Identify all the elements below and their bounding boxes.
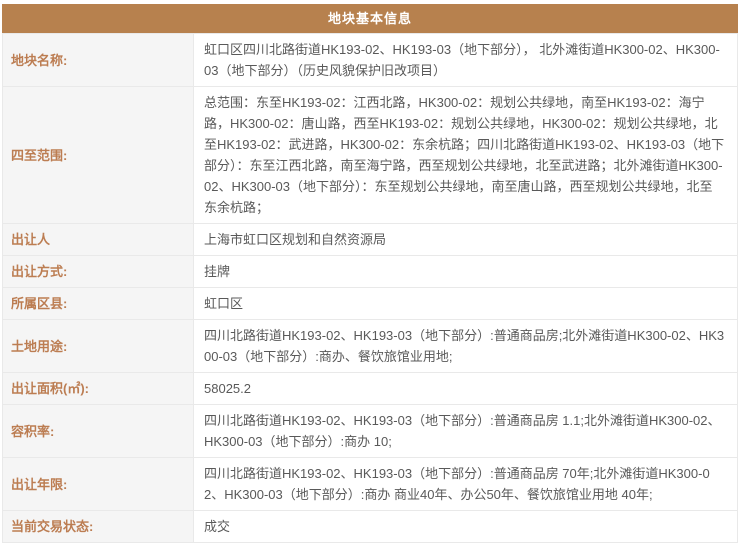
row-label: 出让年限: [3,458,194,511]
row-value: 四川北路街道HK193-02、HK193-03（地下部分）:普通商品房 1.1;… [194,405,738,458]
table-row-grant-term: 出让年限: 四川北路街道HK193-02、HK193-03（地下部分）:普通商品… [3,458,738,511]
table-row-area: 出让面积(㎡): 58025.2 [3,373,738,405]
row-value: 虹口区四川北路街道HK193-02、HK193-03（地下部分）， 北外滩街道H… [194,34,738,87]
table-row-plot-ratio: 容积率: 四川北路街道HK193-02、HK193-03（地下部分）:普通商品房… [3,405,738,458]
row-value: 挂牌 [194,256,738,288]
row-label: 所属区县: [3,288,194,320]
table-row-boundaries: 四至范围: 总范围：东至HK193-02：江西北路，HK300-02：规划公共绿… [3,87,738,224]
table-row-parcel-name: 地块名称: 虹口区四川北路街道HK193-02、HK193-03（地下部分）， … [3,34,738,87]
row-label: 容积率: [3,405,194,458]
table-row-transaction-status: 当前交易状态: 成交 [3,511,738,543]
row-value: 成交 [194,511,738,543]
row-label: 当前交易状态: [3,511,194,543]
table-row-land-use: 土地用途: 四川北路街道HK193-02、HK193-03（地下部分）:普通商品… [3,320,738,373]
row-value: 58025.2 [194,373,738,405]
row-value: 四川北路街道HK193-02、HK193-03（地下部分）:普通商品房;北外滩街… [194,320,738,373]
row-value: 上海市虹口区规划和自然资源局 [194,224,738,256]
land-info-panel: 地块基本信息 地块名称: 虹口区四川北路街道HK193-02、HK193-03（… [2,4,738,543]
row-value: 总范围：东至HK193-02：江西北路，HK300-02：规划公共绿地，南至HK… [194,87,738,224]
info-table: 地块名称: 虹口区四川北路街道HK193-02、HK193-03（地下部分）， … [2,33,738,543]
row-value: 虹口区 [194,288,738,320]
row-label: 土地用途: [3,320,194,373]
row-label: 出让方式: [3,256,194,288]
row-label: 出让人 [3,224,194,256]
row-label: 出让面积(㎡): [3,373,194,405]
panel-title: 地块基本信息 [2,4,738,33]
row-label: 四至范围: [3,87,194,224]
row-label: 地块名称: [3,34,194,87]
table-row-district: 所属区县: 虹口区 [3,288,738,320]
row-value: 四川北路街道HK193-02、HK193-03（地下部分）:普通商品房 70年;… [194,458,738,511]
table-row-grantor: 出让人 上海市虹口区规划和自然资源局 [3,224,738,256]
table-row-transfer-method: 出让方式: 挂牌 [3,256,738,288]
